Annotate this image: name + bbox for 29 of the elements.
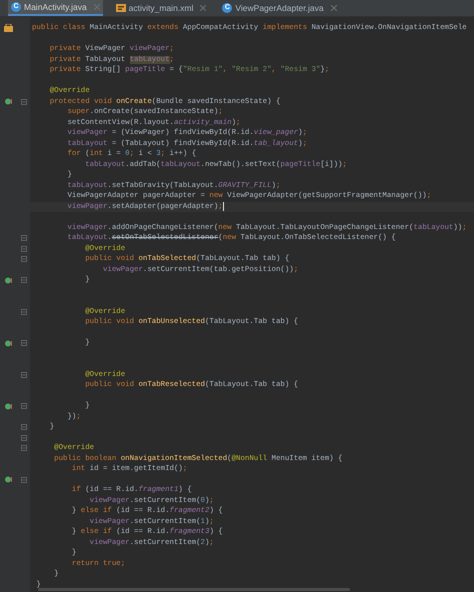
layout-file-icon	[116, 3, 126, 13]
tab-label: ViewPagerAdapter.java	[235, 2, 324, 14]
lock-icon[interactable]	[4, 24, 13, 32]
fold-marker-icon[interactable]	[20, 476, 26, 483]
close-icon[interactable]	[94, 4, 100, 10]
fold-marker-icon[interactable]	[20, 372, 26, 378]
fold-marker-icon[interactable]	[20, 403, 26, 410]
fold-marker-icon[interactable]	[20, 308, 26, 315]
close-icon[interactable]	[330, 5, 337, 11]
override-icon[interactable]	[5, 276, 12, 284]
tab-label: activity_main.xml	[128, 2, 194, 14]
fold-marker-icon[interactable]	[20, 340, 26, 346]
text-caret	[222, 202, 224, 212]
override-icon[interactable]	[5, 476, 12, 484]
fold-marker-icon[interactable]	[20, 235, 26, 242]
file-tab[interactable]: activity_main.xml	[112, 0, 210, 16]
fold-marker-icon[interactable]	[20, 277, 26, 284]
fold-marker-icon[interactable]	[20, 445, 26, 452]
fold-marker-icon[interactable]	[20, 98, 26, 105]
fold-marker-icon[interactable]	[20, 256, 26, 262]
override-icon[interactable]	[5, 98, 12, 106]
tab-label: MainActivity.java	[24, 0, 87, 14]
fold-marker-icon[interactable]	[20, 424, 26, 430]
override-icon[interactable]	[5, 340, 12, 347]
fold-marker-icon[interactable]	[20, 246, 26, 252]
horizontal-scrollbar[interactable]	[38, 588, 350, 591]
override-icon[interactable]	[5, 402, 12, 410]
fold-marker-icon[interactable]	[20, 434, 26, 441]
close-icon[interactable]	[200, 5, 206, 11]
